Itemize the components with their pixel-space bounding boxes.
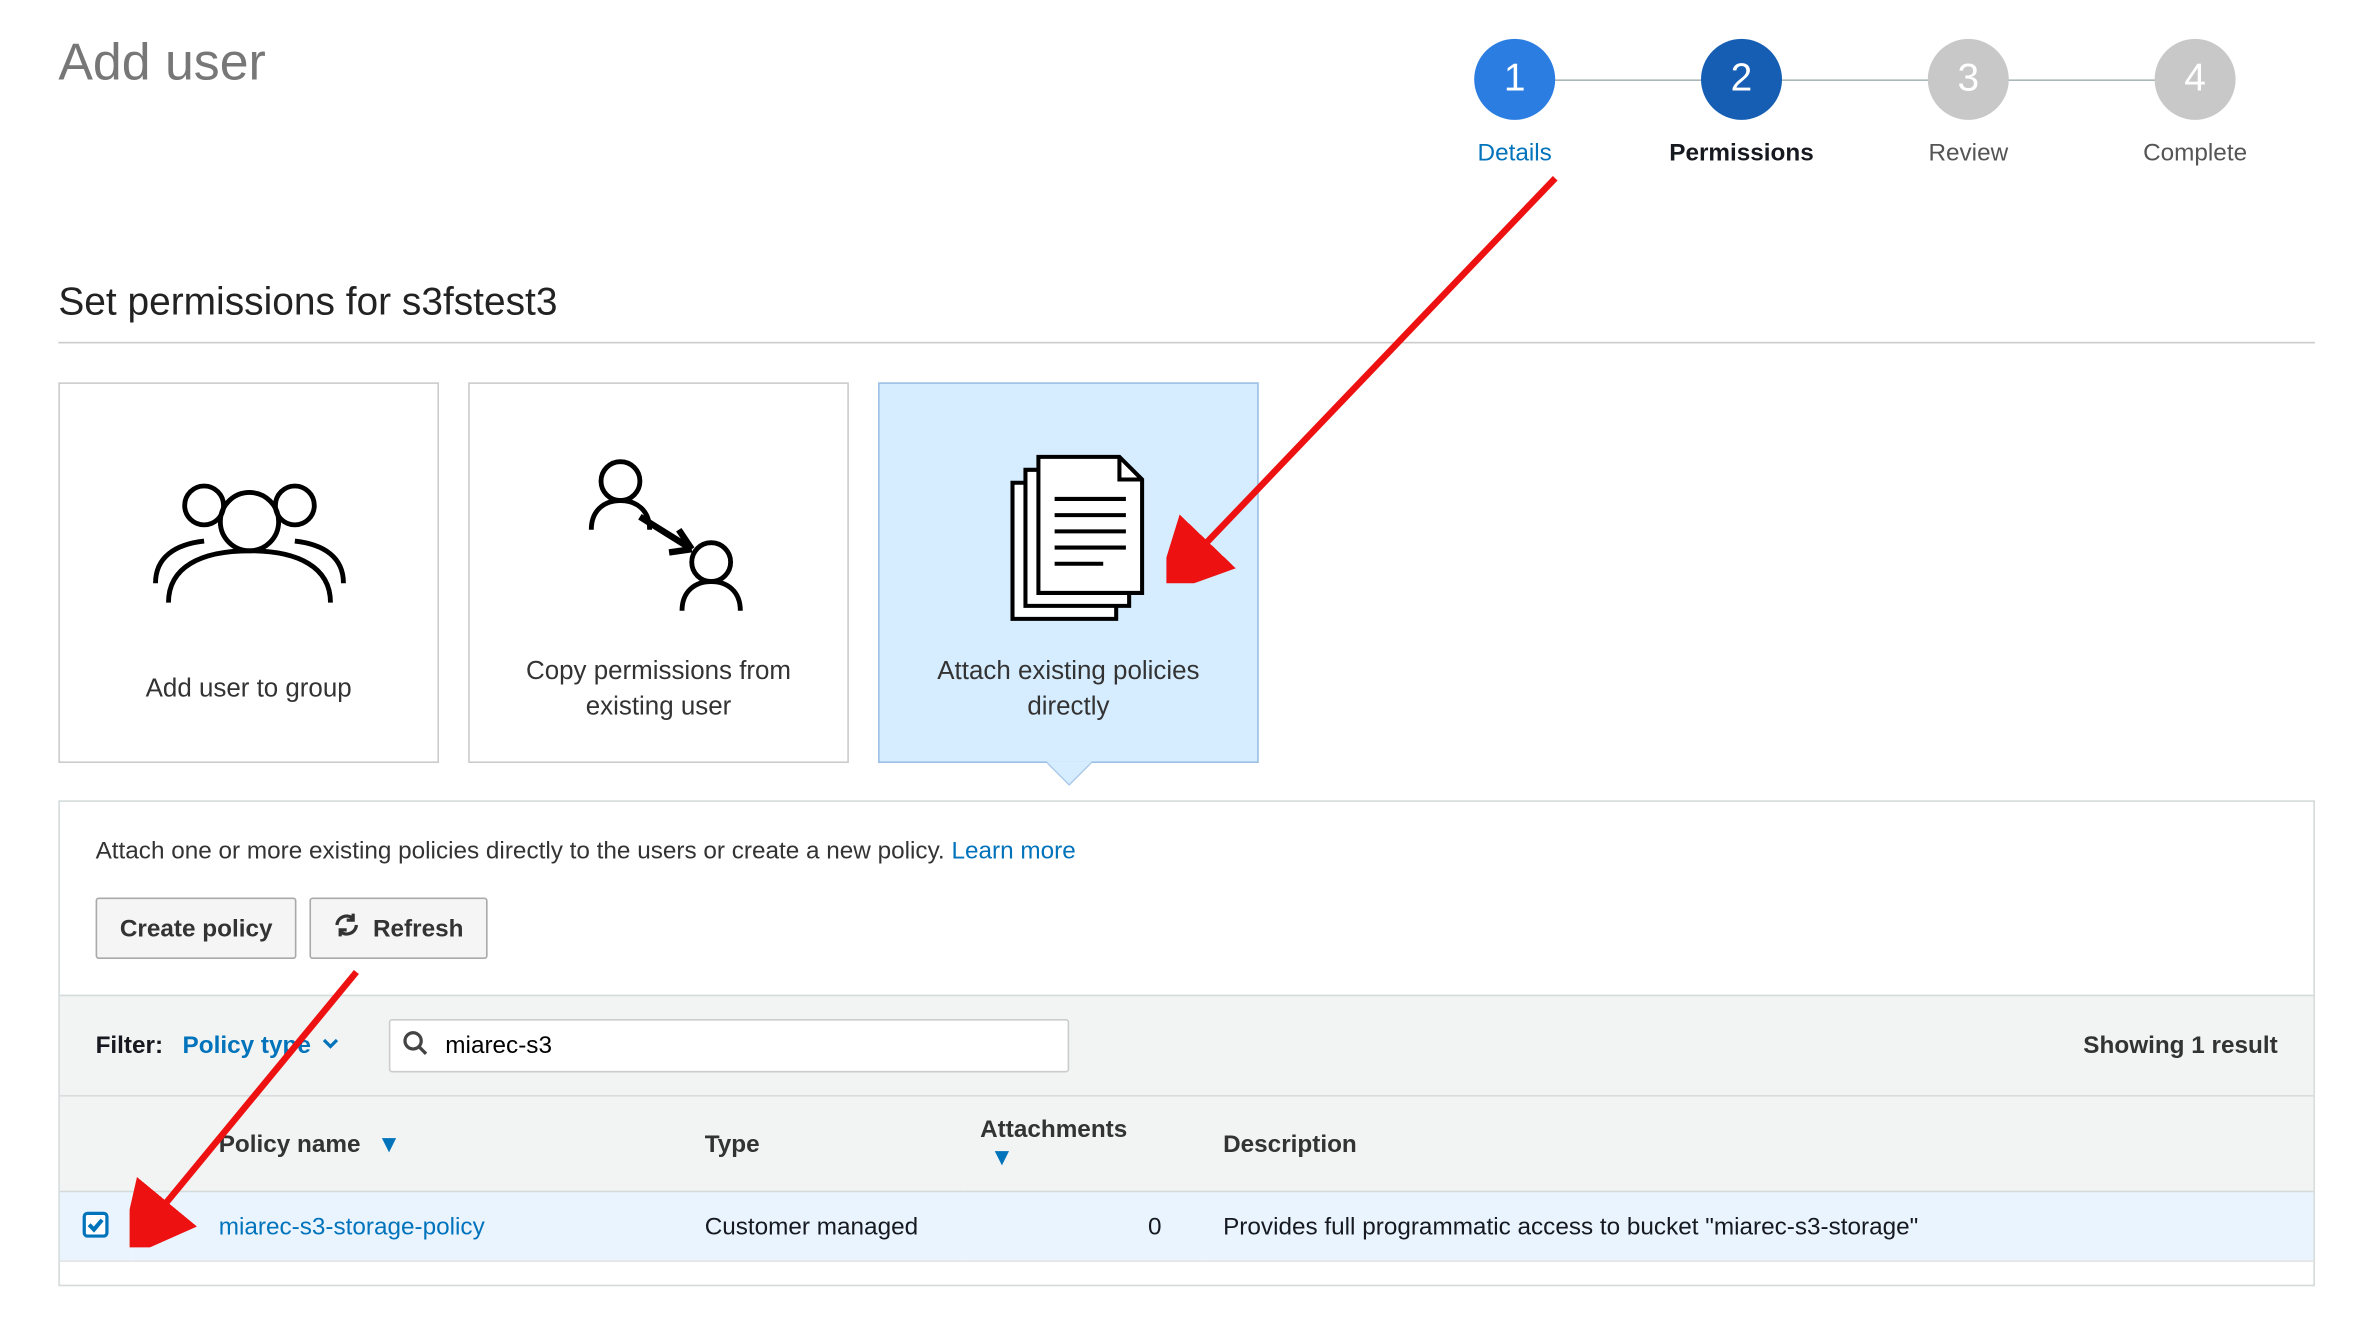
column-header-policy-name[interactable]: Policy name ▼: [203, 1097, 689, 1192]
wizard-step-review[interactable]: 3 Review: [1855, 39, 2082, 167]
group-icon: [83, 413, 415, 654]
tile-copy-permissions[interactable]: Copy permissions from existing user: [468, 382, 849, 763]
policy-attachments-cell: 0: [964, 1192, 1207, 1262]
tile-add-user-to-group[interactable]: Add user to group: [58, 382, 439, 763]
policies-table: Policy name ▼ Type Attachments ▼ Descrip…: [60, 1097, 2313, 1262]
tile-label: Copy permissions from existing user: [492, 654, 824, 725]
policies-panel: Attach one or more existing policies dir…: [58, 800, 2315, 1286]
wizard-step-number: 2: [1701, 39, 1782, 120]
filter-label: Filter:: [96, 1032, 164, 1060]
column-header-attachments[interactable]: Attachments ▼: [964, 1097, 1207, 1192]
search-icon: [402, 1029, 428, 1063]
wizard-step-details[interactable]: 1 Details: [1401, 39, 1628, 167]
wizard-step-complete[interactable]: 4 Complete: [2082, 39, 2309, 167]
tile-label: Add user to group: [146, 654, 352, 725]
column-header-checkbox: [60, 1097, 131, 1192]
result-count: Showing 1 result: [2083, 1032, 2277, 1060]
wizard-stepper: 1 Details 2 Permissions 3 Review 4 Compl…: [1401, 39, 2308, 167]
sort-caret-icon: ▼: [990, 1144, 1014, 1172]
column-header-type[interactable]: Type: [689, 1097, 964, 1192]
divider: [58, 342, 2315, 344]
wizard-step-label: Details: [1478, 139, 1552, 167]
section-title: Set permissions for s3fstest3: [58, 280, 2315, 325]
policy-search-input[interactable]: [389, 1019, 1069, 1072]
wizard-step-number: 4: [2155, 39, 2236, 120]
wizard-step-number: 3: [1928, 39, 2009, 120]
policy-type-dropdown[interactable]: Policy type: [183, 1032, 340, 1060]
table-row[interactable]: ▶ miarec-s3-storage-policy Customer mana…: [60, 1192, 2313, 1262]
copy-user-icon: [492, 413, 824, 654]
learn-more-link[interactable]: Learn more: [951, 838, 1075, 866]
tile-attach-existing-policies[interactable]: Attach existing policies directly: [878, 382, 1259, 763]
refresh-icon: [334, 912, 360, 944]
page-title: Add user: [58, 32, 1401, 92]
wizard-step-label: Permissions: [1669, 139, 1814, 167]
row-checkbox[interactable]: [83, 1212, 109, 1238]
tile-label: Attach existing policies directly: [902, 654, 1234, 725]
policy-name-link[interactable]: miarec-s3-storage-policy: [219, 1213, 485, 1241]
refresh-button[interactable]: Refresh: [310, 897, 488, 959]
sort-caret-icon: ▼: [377, 1130, 401, 1158]
help-text: Attach one or more existing policies dir…: [96, 838, 952, 866]
document-stack-icon: [902, 413, 1234, 654]
column-header-expand: [131, 1097, 202, 1192]
expand-row-icon[interactable]: ▶: [157, 1213, 176, 1241]
policy-description-cell: Provides full programmatic access to buc…: [1207, 1192, 2313, 1262]
wizard-step-number: 1: [1474, 39, 1555, 120]
create-policy-button[interactable]: Create policy: [96, 897, 297, 959]
wizard-step-label: Review: [1928, 139, 2008, 167]
wizard-step-permissions[interactable]: 2 Permissions: [1628, 39, 1855, 167]
wizard-step-label: Complete: [2143, 139, 2247, 167]
policy-type-cell: Customer managed: [689, 1192, 964, 1262]
chevron-down-icon: [321, 1032, 340, 1060]
column-header-description[interactable]: Description: [1207, 1097, 2313, 1192]
